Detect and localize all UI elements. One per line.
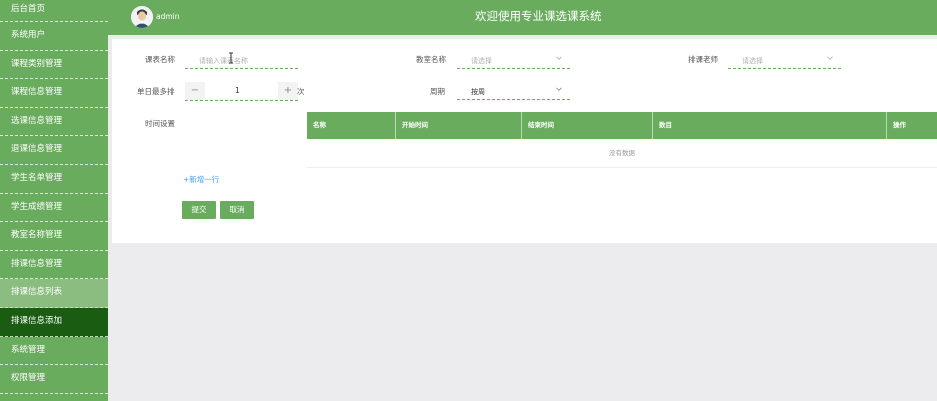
sidebar-item-classroom-names[interactable]: 教室名称管理 bbox=[0, 222, 108, 251]
sidebar: 后台首页 系统用户 课程类别管理 课程信息管理 选课信息管理 退课信息管理 学生… bbox=[0, 0, 108, 401]
time-settings-label: 时间设置 bbox=[145, 119, 175, 128]
add-row-link[interactable]: +新增一行 bbox=[183, 174, 219, 185]
column-header-end-time: 结束时间 bbox=[522, 112, 653, 139]
sidebar-item-system-admin[interactable]: 系统管理 bbox=[0, 337, 108, 366]
sidebar-item-system-users[interactable]: 系统用户 bbox=[0, 22, 108, 51]
table-empty-text: 没有数据 bbox=[307, 139, 937, 168]
sidebar-item-drop-info[interactable]: 退课信息管理 bbox=[0, 136, 108, 165]
sidebar-item-student-grades[interactable]: 学生成绩管理 bbox=[0, 194, 108, 223]
text-cursor-icon bbox=[229, 52, 233, 64]
column-header-count: 数目 bbox=[653, 112, 887, 139]
user-avatar-icon[interactable] bbox=[131, 6, 153, 28]
sidebar-item-schedule-list[interactable]: 排课信息列表 bbox=[0, 279, 108, 308]
increment-button[interactable]: + bbox=[278, 82, 298, 100]
max-per-day-value[interactable]: 1 bbox=[235, 86, 240, 95]
sidebar-item-selection-info[interactable]: 选课信息管理 bbox=[0, 108, 108, 137]
course-name-placeholder: 请输入课表名称 bbox=[199, 57, 248, 65]
sidebar-item-course-info[interactable]: 课程信息管理 bbox=[0, 79, 108, 108]
teacher-select[interactable]: 请选择 bbox=[728, 51, 841, 69]
username-label: admin bbox=[156, 12, 180, 21]
sidebar-item-schedule-info[interactable]: 排课信息管理 bbox=[0, 251, 108, 280]
time-table-header: 名称 开始时间 结束时间 数目 操作 bbox=[307, 112, 937, 139]
page-title: 欢迎使用专业课选课系统 bbox=[475, 9, 602, 23]
sidebar-item-student-list[interactable]: 学生名单管理 bbox=[0, 165, 108, 194]
classroom-label: 教室名称 bbox=[416, 55, 446, 64]
teacher-placeholder: 请选择 bbox=[742, 57, 763, 65]
max-per-day-label: 单日最多排 bbox=[137, 87, 175, 96]
chevron-down-icon bbox=[827, 56, 833, 60]
sidebar-item-schedule-add[interactable]: 排课信息添加 bbox=[0, 307, 108, 337]
chevron-down-icon bbox=[556, 87, 562, 91]
decrement-button[interactable]: − bbox=[185, 82, 205, 100]
classroom-placeholder: 请选择 bbox=[471, 57, 492, 65]
course-name-label: 课表名称 bbox=[145, 55, 175, 64]
course-name-input[interactable]: 请输入课表名称 bbox=[185, 51, 298, 69]
column-header-name: 名称 bbox=[307, 112, 396, 139]
sidebar-item-home[interactable]: 后台首页 bbox=[0, 0, 108, 22]
max-per-day-stepper[interactable]: − 1 + bbox=[185, 81, 298, 101]
period-select[interactable]: 按周 bbox=[457, 82, 570, 100]
submit-button[interactable]: 提交 bbox=[182, 201, 216, 219]
teacher-label: 排课老师 bbox=[688, 55, 718, 64]
period-value: 按周 bbox=[471, 88, 485, 96]
chevron-down-icon bbox=[556, 56, 562, 60]
times-unit-label: 次 bbox=[297, 87, 305, 96]
cancel-button[interactable]: 取消 bbox=[220, 201, 254, 219]
column-header-start-time: 开始时间 bbox=[396, 112, 522, 139]
classroom-select[interactable]: 请选择 bbox=[457, 51, 570, 69]
sidebar-item-course-category[interactable]: 课程类别管理 bbox=[0, 51, 108, 80]
period-label: 周期 bbox=[430, 87, 445, 96]
top-header: admin 欢迎使用专业课选课系统 bbox=[108, 0, 937, 35]
sidebar-item-permissions[interactable]: 权限管理 bbox=[0, 365, 108, 394]
column-header-actions: 操作 bbox=[893, 121, 906, 129]
form-panel: 课表名称 请输入课表名称 教室名称 请选择 排课老师 请选择 单日最多排 − 1… bbox=[112, 39, 937, 243]
